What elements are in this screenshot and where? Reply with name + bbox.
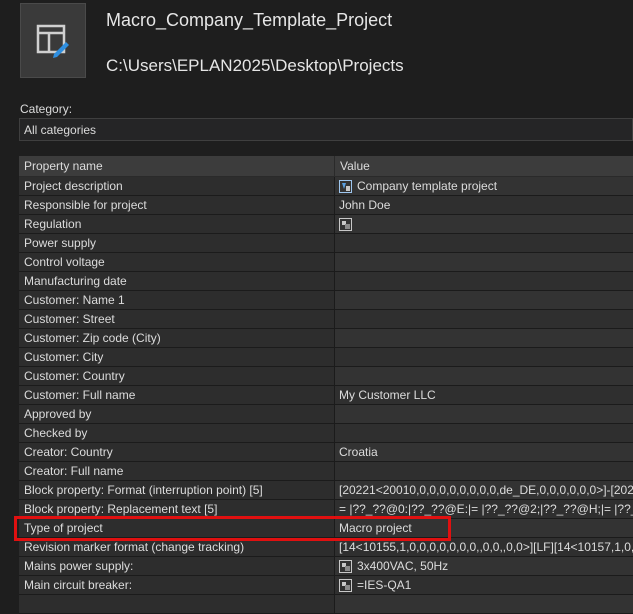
property-row[interactable]: Customer: Country [19,367,633,386]
property-value[interactable]: [20221<20010,0,0,0,0,0,0,0,0,de_DE,0,0,0… [335,481,633,499]
property-row[interactable]: Block property: Replacement text [5] = |?… [19,500,633,519]
property-value[interactable]: Macro project [335,519,633,537]
property-name: Type of project [19,519,335,537]
property-grid: Property name Value Project description C… [19,156,633,614]
property-name: Control voltage [19,253,335,271]
property-row[interactable]: Creator: Full name [19,462,633,481]
property-name: Customer: Name 1 [19,291,335,309]
property-row[interactable]: Customer: Name 1 [19,291,633,310]
property-row[interactable]: Block property: Format (interruption poi… [19,481,633,500]
property-row[interactable]: Customer: Full name My Customer LLC [19,386,633,405]
property-value[interactable] [335,253,633,271]
property-value[interactable] [335,310,633,328]
category-label: Category: [20,102,73,116]
property-value[interactable] [335,595,633,613]
property-value[interactable]: =IES-QA1 [335,576,633,594]
property-name: Customer: Street [19,310,335,328]
property-value-text: Croatia [339,445,378,459]
property-row[interactable]: Regulation [19,215,633,234]
property-row[interactable]: Customer: Zip code (City) [19,329,633,348]
lookup-icon [339,217,357,231]
property-value[interactable] [335,234,633,252]
property-row[interactable]: Responsible for project John Doe [19,196,633,215]
property-value-text: 3x400VAC, 50Hz [357,559,449,573]
lookup-icon [339,578,357,592]
property-name: Manufacturing date [19,272,335,290]
property-value-text: [14<10155,1,0,0,0,0,0,0,0,,0,0,,0,0>][LF… [339,540,633,554]
property-row[interactable] [19,595,633,614]
property-value[interactable]: Croatia [335,443,633,461]
property-name: Creator: Full name [19,462,335,480]
property-value-text: [20221<20010,0,0,0,0,0,0,0,0,de_DE,0,0,0… [339,483,633,497]
property-rows: Project description Company template proj… [19,177,633,614]
property-value[interactable]: [14<10155,1,0,0,0,0,0,0,0,,0,0,,0,0>][LF… [335,538,633,556]
property-value[interactable]: My Customer LLC [335,386,633,404]
grid-header: Property name Value [19,156,633,177]
property-name [19,595,335,613]
property-row[interactable]: Revision marker format (change tracking)… [19,538,633,557]
property-name: Creator: Country [19,443,335,461]
property-value-text: John Doe [339,198,391,212]
property-value[interactable] [335,329,633,347]
property-row[interactable]: Project description Company template proj… [19,177,633,196]
property-row[interactable]: Power supply [19,234,633,253]
property-value[interactable] [335,215,633,233]
translate-icon [339,179,357,193]
property-name: Block property: Replacement text [5] [19,500,335,518]
property-name: Revision marker format (change tracking) [19,538,335,556]
property-row[interactable]: Main circuit breaker: =IES-QA1 [19,576,633,595]
property-value[interactable] [335,291,633,309]
property-value[interactable] [335,424,633,442]
property-row[interactable]: Customer: Street [19,310,633,329]
project-path: C:\Users\EPLAN2025\Desktop\Projects [106,56,404,75]
property-value[interactable] [335,367,633,385]
property-name: Regulation [19,215,335,233]
property-value-text: =IES-QA1 [357,578,412,592]
category-select[interactable]: All categories [19,118,633,141]
property-name: Customer: Full name [19,386,335,404]
property-row[interactable]: Checked by [19,424,633,443]
property-name: Project description [19,177,335,195]
property-value[interactable]: John Doe [335,196,633,214]
property-value[interactable]: 3x400VAC, 50Hz [335,557,633,575]
property-row[interactable]: Mains power supply: 3x400VAC, 50Hz [19,557,633,576]
property-row[interactable]: Approved by [19,405,633,424]
property-name: Mains power supply: [19,557,335,575]
property-value[interactable] [335,462,633,480]
property-value[interactable] [335,348,633,366]
property-value-text: My Customer LLC [339,388,436,402]
property-value-text: Macro project [339,521,412,535]
project-header: Macro_Company_Template_Project C:\Users\… [0,0,633,92]
property-name: Responsible for project [19,196,335,214]
property-row[interactable]: Manufacturing date [19,272,633,291]
property-row[interactable]: Type of project Macro project [19,519,633,538]
project-title: Macro_Company_Template_Project [106,10,393,30]
property-value[interactable] [335,272,633,290]
property-name: Main circuit breaker: [19,576,335,594]
project-icon [20,3,86,78]
property-value[interactable]: = |??_??@0:|??_??@E:|= |??_??@2;|??_??@H… [335,500,633,518]
property-name: Customer: Country [19,367,335,385]
property-value-text: Company template project [357,179,498,193]
column-header-value[interactable]: Value [335,156,633,176]
property-name: Block property: Format (interruption poi… [19,481,335,499]
property-name: Customer: Zip code (City) [19,329,335,347]
property-value[interactable]: Company template project [335,177,633,195]
property-row[interactable]: Customer: City [19,348,633,367]
property-name: Checked by [19,424,335,442]
property-name: Power supply [19,234,335,252]
property-name: Customer: City [19,348,335,366]
lookup-icon [339,559,357,573]
property-name: Approved by [19,405,335,423]
property-value[interactable] [335,405,633,423]
property-row[interactable]: Control voltage [19,253,633,272]
property-value-text: = |??_??@0:|??_??@E:|= |??_??@2;|??_??@H… [339,502,633,516]
property-row[interactable]: Creator: Country Croatia [19,443,633,462]
column-header-property-name[interactable]: Property name [19,156,335,176]
